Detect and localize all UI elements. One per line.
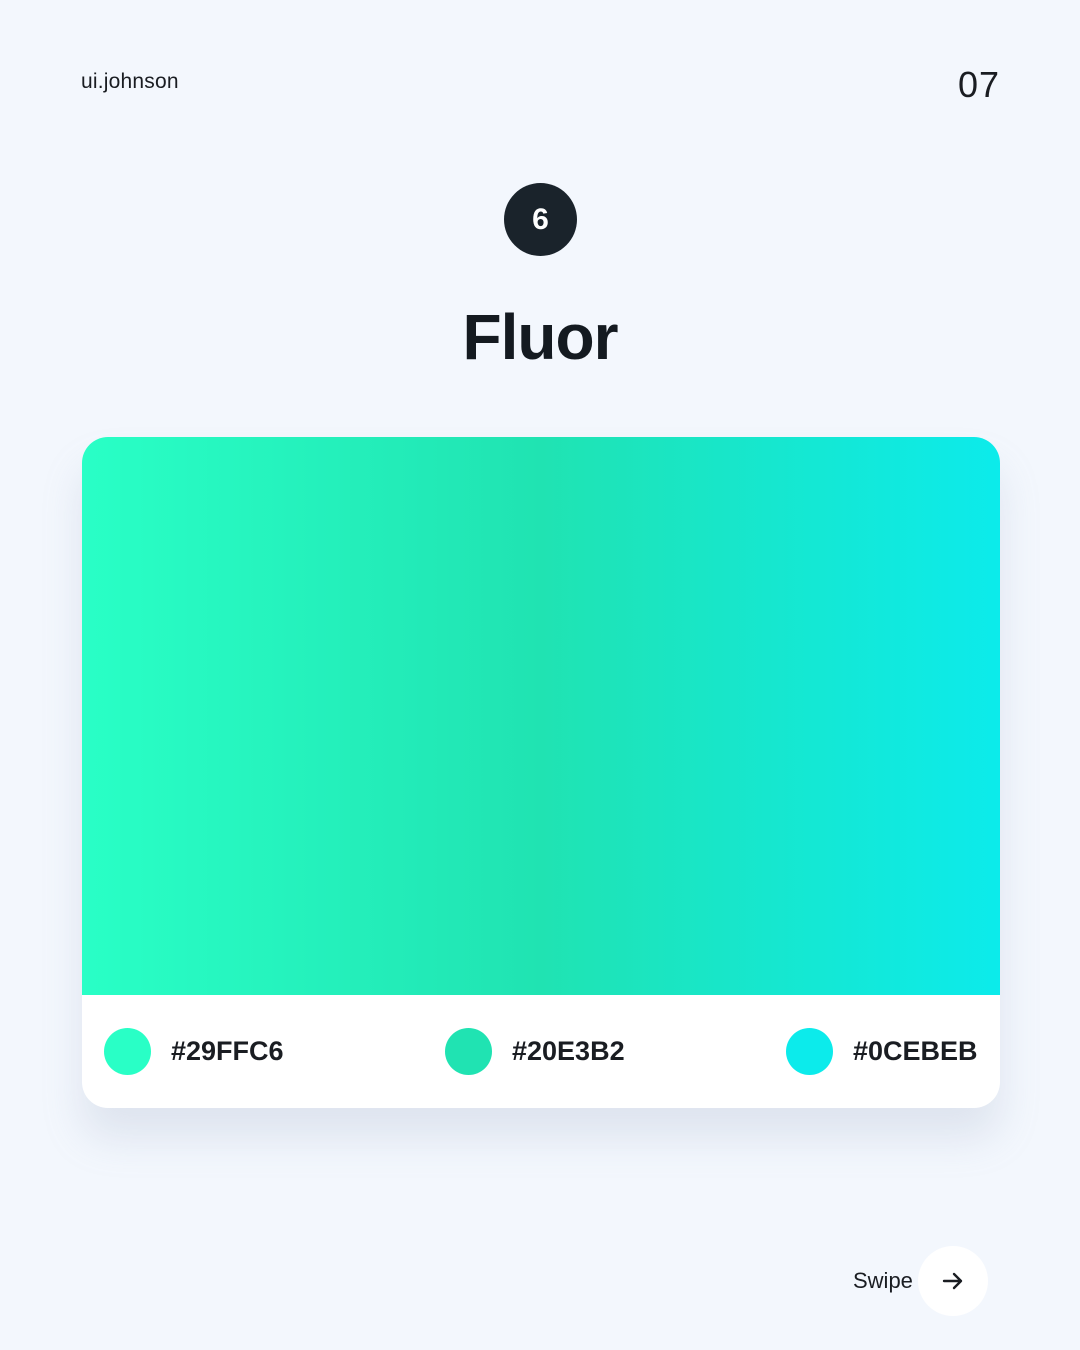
swatch-item[interactable]: #0CEBEB bbox=[786, 995, 978, 1108]
swatch-row: #29FFC6 #20E3B2 #0CEBEB bbox=[82, 995, 1000, 1108]
step-badge: 6 bbox=[504, 183, 577, 256]
swatch-item[interactable]: #20E3B2 bbox=[445, 995, 625, 1108]
page-number: 07 bbox=[957, 64, 1000, 105]
arrow-right-icon bbox=[942, 1272, 963, 1290]
color-dot bbox=[786, 1028, 833, 1075]
palette-title: Fluor bbox=[462, 301, 619, 373]
swipe-label: Swipe bbox=[853, 1268, 913, 1293]
swatch-item[interactable]: #29FFC6 bbox=[104, 995, 284, 1108]
swipe-button[interactable] bbox=[917, 1246, 988, 1316]
hex-code: #0CEBEB bbox=[853, 1036, 978, 1066]
step-number: 6 bbox=[532, 202, 549, 236]
gradient-preview bbox=[82, 437, 1000, 995]
hex-code: #29FFC6 bbox=[171, 1036, 284, 1066]
hex-code: #20E3B2 bbox=[512, 1036, 625, 1066]
brand-handle: ui.johnson bbox=[81, 70, 179, 93]
color-dot bbox=[104, 1028, 151, 1075]
swipe-control[interactable]: Swipe bbox=[853, 1246, 988, 1316]
color-dot bbox=[445, 1028, 492, 1075]
palette-card: #29FFC6 #20E3B2 #0CEBEB bbox=[82, 437, 1000, 1108]
